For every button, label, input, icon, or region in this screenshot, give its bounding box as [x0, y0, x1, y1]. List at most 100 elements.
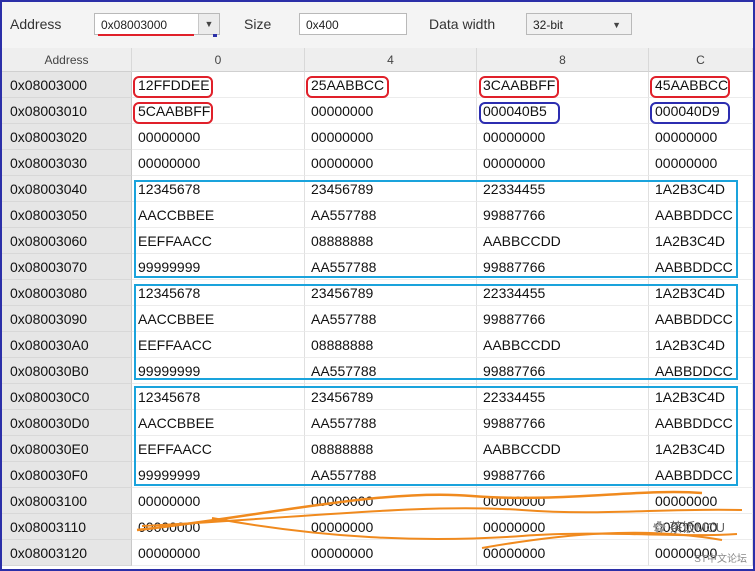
- memory-row: 0x08003050 AACCBBEE AA557788 99887766 AABBDD…: [2, 202, 753, 228]
- memory-cell[interactable]: 3CAABBFF: [477, 72, 649, 98]
- memory-cell[interactable]: AA557788: [305, 358, 477, 384]
- memory-cell[interactable]: 22334455: [477, 384, 649, 410]
- memory-cell[interactable]: 12345678: [132, 384, 305, 410]
- memory-cell[interactable]: 99999999: [132, 462, 305, 488]
- memory-cell[interactable]: 23456789: [305, 176, 477, 202]
- memory-cell[interactable]: 12345678: [132, 280, 305, 306]
- watermark-text: 茶饭MCU: [669, 520, 725, 535]
- memory-row: 0x080030F0 99999999 AA557788 99887766 AABBDD…: [2, 462, 753, 488]
- memory-cell[interactable]: 12FFDDEE: [132, 72, 305, 98]
- memory-cell[interactable]: AA557788: [305, 202, 477, 228]
- memory-cell[interactable]: 00000000: [305, 540, 477, 566]
- memory-cell[interactable]: 99887766: [477, 254, 649, 280]
- memory-cell[interactable]: 00000000: [132, 514, 305, 540]
- memory-cell[interactable]: 22334455: [477, 176, 649, 202]
- memory-cell[interactable]: AABBCCDD: [477, 332, 649, 358]
- memory-cell[interactable]: AABBDDCC: [649, 306, 753, 332]
- memory-cell[interactable]: AA557788: [305, 306, 477, 332]
- memory-cell[interactable]: EEFFAACC: [132, 436, 305, 462]
- memory-row: 0x08003010 5CAABBFF 00000000 000040B5 000040…: [2, 98, 753, 124]
- row-address: 0x080030B0: [2, 358, 132, 384]
- row-address: 0x08003100: [2, 488, 132, 514]
- memory-cell[interactable]: 23456789: [305, 384, 477, 410]
- header-col-4: 4: [305, 48, 477, 72]
- memory-cell[interactable]: 1A2B3C4D: [649, 280, 753, 306]
- memory-cell[interactable]: 45AABBCC: [649, 72, 753, 98]
- memory-cell[interactable]: 000040D9: [649, 98, 753, 124]
- memory-row: 0x080030B0 99999999 AA557788 99887766 AABBDD…: [2, 358, 753, 384]
- memory-row: 0x080030D0 AACCBBEE AA557788 99887766 AABBDD…: [2, 410, 753, 436]
- watermark: ✿ 茶饭MCU: [653, 517, 725, 536]
- memory-cell[interactable]: 00000000: [649, 150, 753, 176]
- memory-cell[interactable]: AABBCCDD: [477, 228, 649, 254]
- memory-cell[interactable]: AABBDDCC: [649, 462, 753, 488]
- memory-cell[interactable]: 1A2B3C4D: [649, 332, 753, 358]
- memory-cell[interactable]: 000040B5: [477, 98, 649, 124]
- memory-cell[interactable]: 5CAABBFF: [132, 98, 305, 124]
- memory-cell[interactable]: 00000000: [132, 540, 305, 566]
- memory-cell[interactable]: AA557788: [305, 410, 477, 436]
- memory-cell[interactable]: 25AABBCC: [305, 72, 477, 98]
- memory-cell[interactable]: 00000000: [477, 488, 649, 514]
- row-address: 0x080030A0: [2, 332, 132, 358]
- memory-cell[interactable]: 00000000: [305, 514, 477, 540]
- memory-cell[interactable]: 00000000: [132, 124, 305, 150]
- memory-cell[interactable]: AACCBBEE: [132, 202, 305, 228]
- memory-cell[interactable]: 08888888: [305, 332, 477, 358]
- memory-cell[interactable]: 12345678: [132, 176, 305, 202]
- memory-cell[interactable]: 99887766: [477, 202, 649, 228]
- memory-cell[interactable]: AABBDDCC: [649, 202, 753, 228]
- row-address: 0x080030F0: [2, 462, 132, 488]
- memory-cell[interactable]: EEFFAACC: [132, 228, 305, 254]
- memory-cell[interactable]: 00000000: [649, 488, 753, 514]
- memory-cell[interactable]: 08888888: [305, 228, 477, 254]
- memory-cell[interactable]: 99887766: [477, 358, 649, 384]
- memory-cell[interactable]: 00000000: [132, 488, 305, 514]
- memory-cell[interactable]: AA557788: [305, 254, 477, 280]
- memory-cell[interactable]: 22334455: [477, 280, 649, 306]
- memory-cell[interactable]: 99999999: [132, 358, 305, 384]
- memory-cell[interactable]: EEFFAACC: [132, 332, 305, 358]
- memory-cell[interactable]: 1A2B3C4D: [649, 436, 753, 462]
- memory-cell[interactable]: 23456789: [305, 280, 477, 306]
- memory-cell[interactable]: 99887766: [477, 306, 649, 332]
- memory-cell[interactable]: 00000000: [477, 514, 649, 540]
- memory-window: Address 0x08003000 ▼ Size 0x400 Data wid…: [0, 0, 755, 571]
- data-width-select[interactable]: 32-bit ▼: [526, 13, 632, 35]
- header-col-0: 0: [132, 48, 305, 72]
- memory-cell[interactable]: 1A2B3C4D: [649, 384, 753, 410]
- memory-cell[interactable]: 00000000: [305, 150, 477, 176]
- address-label: Address: [10, 16, 62, 32]
- memory-cell[interactable]: 00000000: [305, 124, 477, 150]
- memory-cell[interactable]: AACCBBEE: [132, 306, 305, 332]
- memory-row: 0x08003090 AACCBBEE AA557788 99887766 AABBDD…: [2, 306, 753, 332]
- memory-cell[interactable]: 00000000: [477, 540, 649, 566]
- watermark-sub: ST中文论坛: [694, 554, 747, 565]
- memory-cell[interactable]: 99887766: [477, 462, 649, 488]
- row-address: 0x08003050: [2, 202, 132, 228]
- size-input[interactable]: 0x400: [299, 13, 407, 35]
- memory-row: 0x080030C0 12345678 23456789 22334455 1A2B3C…: [2, 384, 753, 410]
- memory-cell[interactable]: 1A2B3C4D: [649, 228, 753, 254]
- memory-cell[interactable]: 99887766: [477, 410, 649, 436]
- memory-cell[interactable]: 1A2B3C4D: [649, 176, 753, 202]
- memory-cell[interactable]: AABBDDCC: [649, 254, 753, 280]
- memory-cell[interactable]: 00000000: [649, 124, 753, 150]
- memory-cell[interactable]: 00000000: [305, 488, 477, 514]
- memory-row: 0x08003110 00000000 00000000 00000000 000000…: [2, 514, 753, 540]
- memory-cell[interactable]: AA557788: [305, 462, 477, 488]
- data-width-label: Data width: [429, 16, 496, 32]
- memory-cell[interactable]: 00000000: [477, 124, 649, 150]
- memory-cell[interactable]: AABBCCDD: [477, 436, 649, 462]
- memory-cell[interactable]: 08888888: [305, 436, 477, 462]
- memory-row: 0x08003070 99999999 AA557788 99887766 AABBDD…: [2, 254, 753, 280]
- memory-cell[interactable]: 00000000: [132, 150, 305, 176]
- address-dropdown-button[interactable]: ▼: [198, 14, 219, 34]
- memory-cell[interactable]: AABBDDCC: [649, 358, 753, 384]
- memory-cell[interactable]: 99999999: [132, 254, 305, 280]
- address-input[interactable]: 0x08003000 ▼: [94, 13, 220, 35]
- memory-cell[interactable]: AABBDDCC: [649, 410, 753, 436]
- memory-cell[interactable]: 00000000: [477, 150, 649, 176]
- memory-cell[interactable]: 00000000: [305, 98, 477, 124]
- memory-cell[interactable]: AACCBBEE: [132, 410, 305, 436]
